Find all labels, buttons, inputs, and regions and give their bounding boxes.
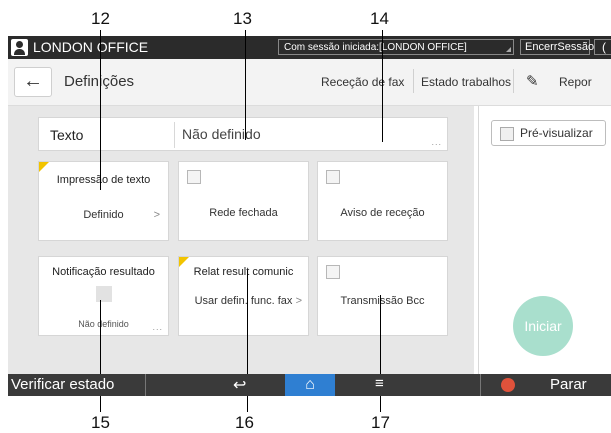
more-dots-icon: ... bbox=[152, 322, 163, 332]
tile-value: Usar defin. func. fax bbox=[194, 295, 293, 307]
header-bar: ← Definições Receção de fax Estado traba… bbox=[8, 59, 611, 106]
start-button[interactable]: Iniciar bbox=[513, 296, 573, 356]
tile-closed-network[interactable]: Rede fechada bbox=[178, 161, 309, 241]
check-status-button[interactable]: Verificar estado bbox=[8, 374, 146, 396]
preview-label: Pré-visualizar bbox=[520, 126, 593, 140]
stop-button[interactable]: Parar bbox=[550, 376, 587, 393]
chevron-right-icon: > bbox=[295, 295, 302, 307]
checkbox bbox=[500, 127, 514, 141]
tile-label: Aviso de receção bbox=[340, 207, 425, 219]
home-icon[interactable]: ⌂ bbox=[285, 374, 335, 396]
menu-icon[interactable]: ≡ bbox=[375, 375, 384, 392]
callout-13: 13 bbox=[233, 9, 252, 28]
back-button[interactable]: ← bbox=[14, 67, 52, 97]
callout-12-leader bbox=[100, 30, 101, 190]
checkbox[interactable] bbox=[187, 170, 201, 184]
reset-button[interactable]: Repor bbox=[559, 75, 592, 89]
more-dots-icon: ... bbox=[431, 137, 442, 147]
header-divider bbox=[513, 69, 514, 93]
chevron-right-icon: > bbox=[153, 209, 160, 221]
tile-bcc-transmission[interactable]: Transmissão Bcc bbox=[317, 256, 448, 336]
tile-result-notification[interactable]: Notificação resultado Não definido ... bbox=[38, 256, 169, 336]
preview-checkbox[interactable]: Pré-visualizar bbox=[491, 120, 606, 146]
preview-panel: Pré-visualizar Iniciar bbox=[478, 106, 611, 374]
back-arrow-icon[interactable]: ↩ bbox=[233, 375, 246, 395]
stop-icon[interactable] bbox=[501, 378, 515, 392]
bottom-divider bbox=[480, 374, 481, 396]
callout-14: 14 bbox=[370, 9, 389, 28]
envelope-icon bbox=[96, 286, 112, 302]
tile-label: Notificação resultado bbox=[52, 266, 155, 278]
settings-panel: Texto Não definido ... Impressão de text… bbox=[8, 106, 474, 374]
checkbox[interactable] bbox=[326, 265, 340, 279]
top-status-bar: LONDON OFFICE Com sessão iniciada:[LONDO… bbox=[8, 36, 611, 59]
tile-label: Impressão de texto bbox=[56, 174, 151, 186]
user-label: LONDON OFFICE bbox=[33, 39, 149, 55]
callout-16: 16 bbox=[235, 413, 254, 432]
callout-13-leader bbox=[245, 30, 246, 140]
callout-17: 17 bbox=[371, 413, 390, 432]
callout-12: 12 bbox=[91, 9, 110, 28]
header-divider bbox=[413, 69, 414, 93]
callout-14-leader bbox=[382, 30, 383, 142]
bottom-bar: Verificar estado ↩ ⌂ ≡ Parar bbox=[8, 374, 611, 396]
tile-value: Não definido bbox=[78, 319, 129, 329]
tile-value: Definido bbox=[83, 209, 124, 221]
tile-comm-result-report[interactable]: Relat result comunic Usar defin. func. f… bbox=[178, 256, 309, 336]
callout-15: 15 bbox=[91, 413, 110, 432]
tile-label: Rede fechada bbox=[209, 207, 278, 219]
tile-label: Transmissão Bcc bbox=[340, 295, 425, 307]
moon-icon[interactable]: ( bbox=[594, 39, 611, 55]
session-status-field[interactable]: Com sessão iniciada:[LONDON OFFICE] bbox=[278, 39, 514, 55]
fax-reception-link[interactable]: Receção de fax bbox=[321, 75, 404, 89]
tile-label: Relat result comunic bbox=[193, 266, 294, 278]
edit-icon[interactable]: ✎ bbox=[526, 72, 539, 90]
checkbox[interactable] bbox=[326, 170, 340, 184]
job-status-link[interactable]: Estado trabalhos bbox=[421, 75, 511, 89]
text-setting-label: Texto bbox=[50, 127, 84, 143]
logout-button[interactable]: EncerrSessão bbox=[520, 39, 594, 55]
tile-text-print[interactable]: Impressão de texto Definido > bbox=[38, 161, 169, 241]
tile-reception-notice[interactable]: Aviso de receção bbox=[317, 161, 448, 241]
row-divider bbox=[174, 122, 175, 148]
text-setting-value: Não definido bbox=[182, 126, 261, 142]
session-text: Com sessão iniciada:[LONDON OFFICE] bbox=[284, 42, 467, 53]
set-indicator-icon bbox=[39, 162, 49, 172]
user-icon[interactable] bbox=[11, 39, 28, 56]
